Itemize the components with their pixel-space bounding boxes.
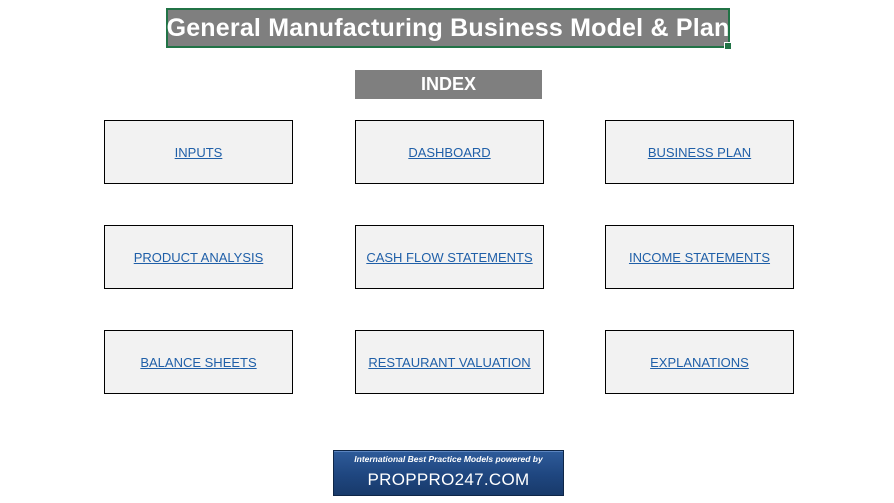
nav-box-explanations[interactable]: EXPLANATIONS [605, 330, 794, 394]
balance-sheets-link[interactable]: BALANCE SHEETS [140, 355, 256, 370]
nav-box-balance-sheets[interactable]: BALANCE SHEETS [104, 330, 293, 394]
brand-tagline: International Best Practice Models power… [354, 454, 543, 464]
nav-box-business-plan[interactable]: BUSINESS PLAN [605, 120, 794, 184]
nav-box-restaurant-valuation[interactable]: RESTAURANT VALUATION [355, 330, 544, 394]
nav-box-product-analysis[interactable]: PRODUCT ANALYSIS [104, 225, 293, 289]
index-header: INDEX [355, 70, 542, 99]
inputs-link[interactable]: INPUTS [175, 145, 223, 160]
nav-box-cash-flow-statements[interactable]: CASH FLOW STATEMENTS [355, 225, 544, 289]
income-statements-link[interactable]: INCOME STATEMENTS [629, 250, 770, 265]
brand-name: PROPPRO247.COM [367, 470, 530, 489]
brand-banner[interactable]: International Best Practice Models power… [333, 450, 564, 496]
product-analysis-link[interactable]: PRODUCT ANALYSIS [134, 250, 264, 265]
page-title-cell[interactable]: General Manufacturing Business Model & P… [166, 8, 732, 50]
dashboard-link[interactable]: DASHBOARD [408, 145, 490, 160]
index-label: INDEX [420, 74, 476, 94]
business-plan-link[interactable]: BUSINESS PLAN [648, 145, 751, 160]
explanations-link[interactable]: EXPLANATIONS [650, 355, 749, 370]
nav-box-inputs[interactable]: INPUTS [104, 120, 293, 184]
cash-flow-statements-link[interactable]: CASH FLOW STATEMENTS [366, 250, 532, 265]
nav-box-dashboard[interactable]: DASHBOARD [355, 120, 544, 184]
restaurant-valuation-link[interactable]: RESTAURANT VALUATION [368, 355, 530, 370]
cell-selection-handle[interactable] [724, 42, 732, 50]
page-title: General Manufacturing Business Model & P… [166, 13, 730, 42]
nav-box-income-statements[interactable]: INCOME STATEMENTS [605, 225, 794, 289]
